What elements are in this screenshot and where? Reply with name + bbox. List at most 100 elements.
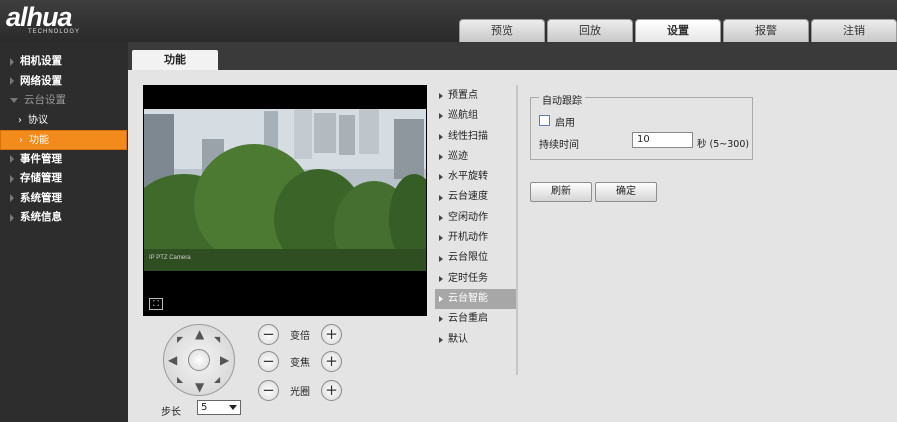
tab-alarm[interactable]: 报警 (723, 19, 809, 42)
menu-item-label: 云台智能 (448, 292, 488, 304)
ptz-direction-pad[interactable]: ▲ ▼ ◀ ▶ ◤ ◥ ◣ ◢ (163, 324, 235, 396)
chevron-right-icon: › (19, 135, 23, 146)
focus-control: − 变焦 + (258, 350, 342, 372)
arrow-left-icon[interactable]: ◀ (168, 353, 177, 367)
sidebar-item-label: 系统管理 (20, 191, 62, 204)
enable-label: 启用 (555, 118, 575, 129)
tab-settings[interactable]: 设置 (635, 19, 721, 42)
arrow-up-icon[interactable]: ▲ (195, 327, 204, 341)
tab-logout[interactable]: 注销 (811, 19, 897, 42)
tab-preview[interactable]: 预览 (459, 19, 545, 42)
menu-item-label: 巡迹 (448, 150, 468, 162)
menu-item-label: 定时任务 (448, 272, 488, 284)
content-tab-bar: 功能 (128, 42, 897, 70)
sidebar-item-camera-settings[interactable]: 相机设置 (0, 52, 128, 72)
confirm-button[interactable]: 确定 (595, 182, 657, 202)
menu-arrow-icon (439, 174, 443, 181)
expand-arrow-icon (10, 174, 14, 183)
sidebar-item-label: 事件管理 (20, 152, 62, 165)
focus-minus-button[interactable]: − (258, 350, 279, 372)
iris-plus-button[interactable]: + (321, 379, 342, 401)
sidebar-item-label: 功能 (29, 135, 49, 146)
page-tab-function[interactable]: 功能 (132, 50, 218, 70)
menu-arrow-icon (439, 255, 443, 262)
top-header: alhua TECHNOLOGY 预览 回放 设置 报警 注销 (0, 0, 897, 42)
dropdown-caret-icon (229, 405, 237, 410)
expand-arrow-icon (10, 155, 14, 164)
menu-item-pan[interactable]: 水平旋转 (435, 167, 517, 187)
sidebar-item-label: 网络设置 (20, 74, 62, 87)
sidebar-item-storage-management[interactable]: 存储管理 (0, 169, 128, 189)
arrow-down-right-icon[interactable]: ◢ (214, 375, 220, 384)
step-value: 5 (201, 402, 208, 413)
menu-item-tour[interactable]: 巡航组 (435, 106, 517, 126)
menu-arrow-icon (439, 194, 443, 201)
camera-overlay-label: IP PTZ Camera (149, 255, 191, 261)
menu-arrow-icon (439, 214, 443, 221)
menu-item-label: 默认 (448, 333, 468, 345)
iris-minus-button[interactable]: − (258, 379, 279, 401)
duration-input[interactable]: 10 (632, 132, 693, 148)
sidebar-item-system-management[interactable]: 系统管理 (0, 189, 128, 209)
focus-plus-button[interactable]: + (321, 350, 342, 372)
menu-item-ptz-limit[interactable]: 云台限位 (435, 248, 517, 268)
menu-item-ptz-restart[interactable]: 云台重启 (435, 309, 517, 329)
menu-item-label: 云台限位 (448, 252, 488, 264)
menu-arrow-icon (439, 316, 443, 323)
logo-subtitle: TECHNOLOGY (28, 29, 81, 35)
menu-item-time-task[interactable]: 定时任务 (435, 269, 517, 289)
sidebar-item-label: 系统信息 (20, 211, 62, 223)
menu-item-label: 预置点 (448, 90, 478, 101)
menu-item-power-up[interactable]: 开机动作 (435, 228, 517, 248)
sidebar-item-system-info[interactable]: 系统信息 (0, 208, 128, 228)
arrow-down-icon[interactable]: ▼ (195, 380, 204, 394)
sidebar: 相机设置 网络设置 云台设置 › 协议 › 功能 事件管理 存储管理 系统管理 系统… (0, 42, 128, 422)
menu-arrow-icon (439, 336, 443, 343)
menu-item-default[interactable]: 默认 (435, 330, 517, 350)
menu-arrow-icon (439, 296, 443, 303)
menu-item-preset[interactable]: 预置点 (435, 86, 517, 106)
arrow-up-left-icon[interactable]: ◤ (177, 335, 183, 344)
live-video[interactable]: IP PTZ Camera ⛶ (143, 85, 427, 316)
sidebar-subitem-protocol[interactable]: › 协议 (0, 111, 128, 131)
tab-playback[interactable]: 回放 (547, 19, 633, 42)
refresh-button[interactable]: 刷新 (530, 182, 592, 202)
auto-track-group: 自动跟踪 启用 持续时间 10 秒 (5~300) (530, 92, 753, 160)
sidebar-item-event-management[interactable]: 事件管理 (0, 150, 128, 170)
collapse-arrow-icon (10, 98, 18, 104)
zoom-in-button[interactable]: + (321, 323, 342, 345)
arrow-right-icon[interactable]: ▶ (220, 353, 229, 367)
video-frame (144, 109, 426, 271)
duration-unit: 秒 (5~300) (697, 139, 750, 150)
menu-item-label: 空闲动作 (448, 211, 488, 223)
menu-item-idle-motion[interactable]: 空闲动作 (435, 208, 517, 228)
iris-control: − 光圈 + (258, 379, 342, 401)
menu-item-label: 云台重启 (448, 313, 488, 325)
menu-item-pattern[interactable]: 巡迹 (435, 147, 517, 167)
sidebar-item-label: 协议 (28, 114, 48, 126)
menu-item-label: 线性扫描 (448, 130, 488, 142)
ptz-center-button[interactable] (188, 349, 210, 371)
expand-arrow-icon (10, 194, 14, 203)
auto-track-legend: 自动跟踪 (539, 92, 585, 107)
zoom-label: 变倍 (290, 330, 310, 342)
focus-label: 变焦 (290, 357, 310, 369)
menu-item-ptz-smart[interactable]: 云台智能 (435, 288, 517, 310)
menu-item-label: 开机动作 (448, 232, 488, 244)
arrow-down-left-icon[interactable]: ◣ (177, 375, 183, 384)
fullscreen-icon[interactable]: ⛶ (149, 298, 163, 310)
menu-item-label: 云台速度 (448, 191, 488, 203)
menu-arrow-icon (439, 133, 443, 140)
menu-item-ptz-speed[interactable]: 云台速度 (435, 187, 517, 207)
menu-item-scan[interactable]: 线性扫描 (435, 127, 517, 147)
enable-checkbox[interactable] (539, 115, 550, 126)
sidebar-item-ptz-settings[interactable]: 云台设置 (0, 91, 128, 111)
arrow-up-right-icon[interactable]: ◥ (214, 335, 220, 344)
sidebar-subitem-function[interactable]: › 功能 (0, 130, 127, 150)
duration-label: 持续时间 (539, 140, 579, 151)
sidebar-item-network-settings[interactable]: 网络设置 (0, 72, 128, 92)
zoom-out-button[interactable]: − (258, 323, 279, 345)
main-content: 功能 IP PTZ Camera ⛶ ▲ ▼ ◀ ▶ ◤ ◥ ◣ ◢ − 变倍 … (128, 42, 897, 422)
sidebar-item-label: 相机设置 (20, 55, 62, 67)
step-select[interactable]: 5 (197, 400, 241, 415)
